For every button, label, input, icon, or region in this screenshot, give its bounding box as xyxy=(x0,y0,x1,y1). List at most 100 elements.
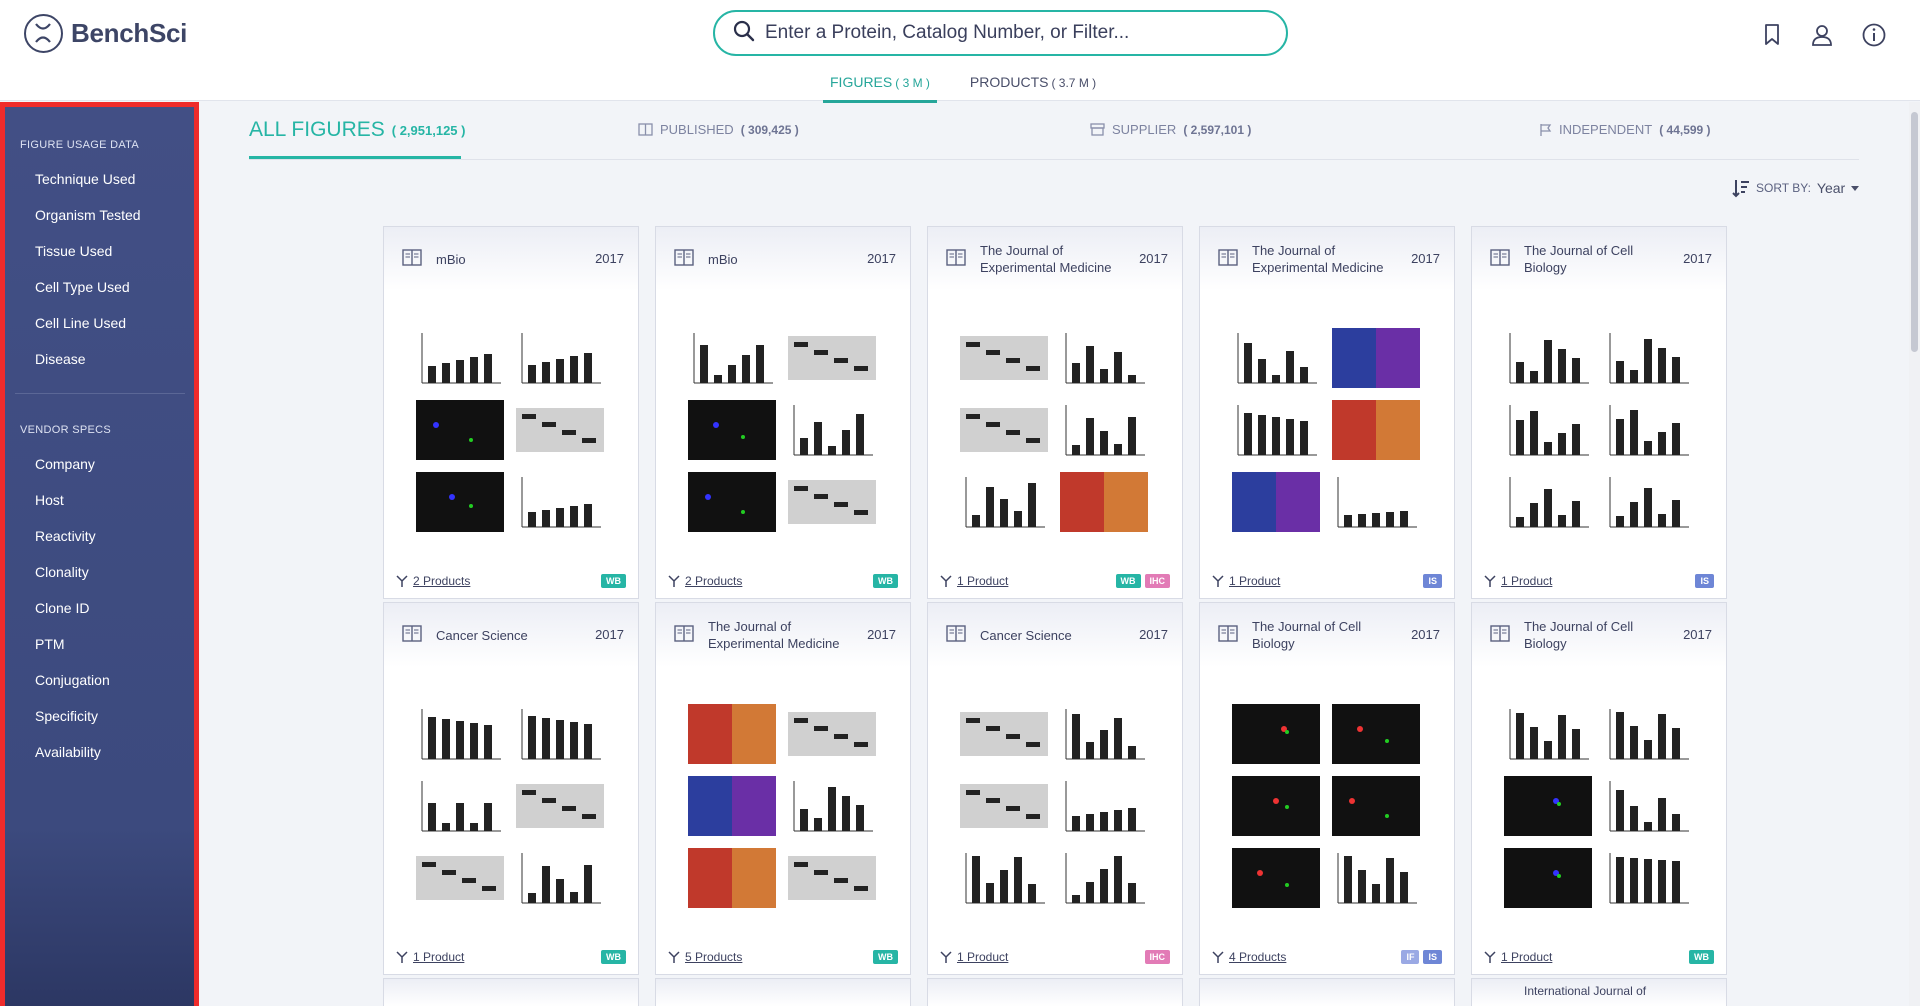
figure-card-partial[interactable] xyxy=(1199,978,1455,1006)
journal-name: Cancer Science xyxy=(980,627,1072,643)
sidebar-item-availability[interactable]: Availability xyxy=(35,744,101,760)
search-input[interactable] xyxy=(765,22,1245,44)
tab-figures[interactable]: FIGURES( 3 M ) xyxy=(823,70,937,103)
products-link[interactable]: 1 Product xyxy=(1484,950,1552,964)
publication-year: 2017 xyxy=(1139,627,1168,642)
figure-card[interactable]: The Journal of Experimental Medicine 2017… xyxy=(927,226,1183,599)
sidebar-item-ptm[interactable]: PTM xyxy=(35,636,65,652)
caret-down-icon xyxy=(1851,185,1860,191)
sidebar-item-clone-id[interactable]: Clone ID xyxy=(35,600,89,616)
figure-card[interactable]: The Journal of Cell Biology 2017 1 Product… xyxy=(1471,602,1727,975)
sidebar-item-specificity[interactable]: Specificity xyxy=(35,708,98,724)
search-bar[interactable] xyxy=(713,10,1288,56)
card-footer: 1 Product IS xyxy=(1212,572,1442,590)
sidebar-item-reactivity[interactable]: Reactivity xyxy=(35,528,96,544)
journal-icon xyxy=(1218,625,1238,647)
user-icon[interactable] xyxy=(1807,20,1837,50)
figure-card[interactable]: The Journal of Experimental Medicine 2017… xyxy=(1199,226,1455,599)
figure-thumbnail[interactable] xyxy=(404,675,618,943)
scrollbar-thumb[interactable] xyxy=(1911,112,1918,352)
tab-supplier[interactable]: SUPPLIER( 2,597,101 ) xyxy=(1090,122,1251,137)
bookmark-icon[interactable] xyxy=(1757,20,1787,50)
card-header xyxy=(656,979,910,1006)
figure-card-partial[interactable]: International Journal of xyxy=(1471,978,1727,1006)
tab-products[interactable]: PRODUCTS( 3.7 M ) xyxy=(963,70,1103,103)
products-link[interactable]: 2 Products xyxy=(668,574,742,588)
figure-thumbnail[interactable] xyxy=(1492,299,1706,567)
figure-card[interactable]: The Journal of Experimental Medicine 2017… xyxy=(655,602,911,975)
figure-card[interactable]: Cancer Science 2017 1 Product IHC xyxy=(927,602,1183,975)
sidebar-item-cell-type[interactable]: Cell Type Used xyxy=(35,279,130,295)
info-icon[interactable] xyxy=(1859,20,1889,50)
antibody-icon xyxy=(940,574,952,587)
sidebar-item-disease[interactable]: Disease xyxy=(35,351,86,367)
publication-year: 2017 xyxy=(867,251,896,266)
tab-published[interactable]: PUBLISHED( 309,425 ) xyxy=(638,122,799,137)
figure-thumbnail[interactable] xyxy=(676,675,890,943)
figure-card-partial[interactable] xyxy=(927,978,1183,1006)
figure-card[interactable]: The Journal of Cell Biology 2017 4 Product… xyxy=(1199,602,1455,975)
tab-independent[interactable]: INDEPENDENT( 44,599 ) xyxy=(1539,122,1711,137)
figure-thumbnail[interactable] xyxy=(948,675,1162,943)
sidebar-item-clonality[interactable]: Clonality xyxy=(35,564,89,580)
sidebar-item-conjugation[interactable]: Conjugation xyxy=(35,672,110,688)
sort-by-dropdown[interactable]: SORT BY: Year xyxy=(1732,178,1860,198)
publication-year: 2017 xyxy=(595,627,624,642)
page-scrollbar[interactable] xyxy=(1909,102,1920,1006)
products-link[interactable]: 1 Product xyxy=(940,950,1008,964)
technique-badge: WB xyxy=(873,574,898,588)
journal-name: The Journal of Experimental Medicine xyxy=(708,619,840,651)
figure-card-partial[interactable] xyxy=(655,978,911,1006)
book-icon xyxy=(638,123,653,136)
technique-badges: WB xyxy=(873,574,898,588)
card-footer: 1 Product WB IHC xyxy=(940,572,1170,590)
card-header: Cancer Science 2017 xyxy=(384,603,638,667)
tab-all-figures[interactable]: ALL FIGURES( 2,951,125 ) xyxy=(249,118,465,142)
journal-name xyxy=(1252,979,1402,1003)
sidebar-item-technique[interactable]: Technique Used xyxy=(35,171,135,187)
products-link[interactable]: 1 Product xyxy=(1484,574,1552,588)
technique-badges: IHC xyxy=(1144,950,1170,964)
products-link[interactable]: 1 Product xyxy=(396,950,464,964)
products-link[interactable]: 1 Product xyxy=(940,574,1008,588)
technique-badges: WB xyxy=(601,574,626,588)
figure-card[interactable]: mBio 2017 2 Products WB xyxy=(383,226,639,599)
figure-card[interactable]: Cancer Science 2017 1 Product WB xyxy=(383,602,639,975)
figure-card-partial[interactable] xyxy=(383,978,639,1006)
technique-badges: IF IS xyxy=(1401,950,1442,964)
antibody-icon xyxy=(668,950,680,963)
journal-icon xyxy=(1490,625,1510,647)
sort-icon xyxy=(1732,180,1749,198)
figure-thumbnail[interactable] xyxy=(948,299,1162,567)
card-header: Cancer Science 2017 xyxy=(928,603,1182,667)
sidebar-item-tissue[interactable]: Tissue Used xyxy=(35,243,112,259)
card-header: The Journal of Experimental Medicine 2017 xyxy=(1200,227,1454,291)
journal-name: mBio xyxy=(436,251,466,267)
sidebar-item-cell-line[interactable]: Cell Line Used xyxy=(35,315,126,331)
products-link[interactable]: 1 Product xyxy=(1212,574,1280,588)
journal-name: The Journal of Cell Biology xyxy=(1524,243,1634,275)
figure-thumbnail[interactable] xyxy=(404,299,618,567)
products-link[interactable]: 2 Products xyxy=(396,574,470,588)
journal-name: The Journal of Cell Biology xyxy=(1252,619,1362,651)
figure-card[interactable]: mBio 2017 2 Products WB xyxy=(655,226,911,599)
journal-name xyxy=(708,979,858,1003)
sidebar-item-organism[interactable]: Organism Tested xyxy=(35,207,141,223)
technique-badge: IF xyxy=(1401,950,1420,964)
figure-thumbnail[interactable] xyxy=(676,299,890,567)
figure-source-tabs: ALL FIGURES( 2,951,125 ) PUBLISHED( 309,… xyxy=(249,118,1859,160)
sidebar-item-company[interactable]: Company xyxy=(35,456,95,472)
journal-name: Cancer Science xyxy=(436,627,528,643)
card-header xyxy=(1200,979,1454,1006)
journal-icon xyxy=(402,249,422,271)
products-link[interactable]: 4 Products xyxy=(1212,950,1286,964)
figure-thumbnail[interactable] xyxy=(1492,675,1706,943)
brand-logo[interactable]: BenchSci xyxy=(24,13,187,53)
sidebar-item-host[interactable]: Host xyxy=(35,492,64,508)
publication-year: 2017 xyxy=(1139,251,1168,266)
products-link[interactable]: 5 Products xyxy=(668,950,742,964)
figure-card[interactable]: The Journal of Cell Biology 2017 1 Product… xyxy=(1471,226,1727,599)
antibody-icon xyxy=(1212,950,1224,963)
figure-thumbnail[interactable] xyxy=(1220,675,1434,943)
figure-thumbnail[interactable] xyxy=(1220,299,1434,567)
